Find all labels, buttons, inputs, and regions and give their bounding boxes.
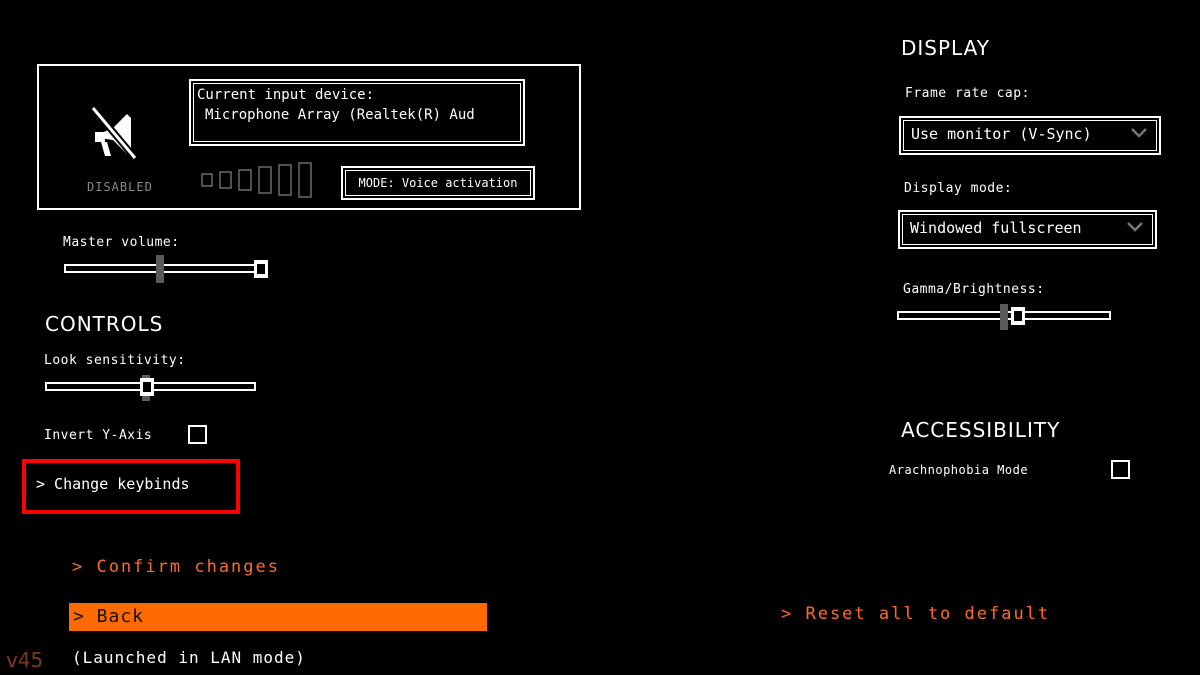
master-volume-label: Master volume: (63, 235, 180, 250)
arachnophobia-checkbox[interactable] (1111, 460, 1130, 479)
voice-level-meter (201, 162, 312, 198)
frame-rate-cap-dropdown[interactable]: Use monitor (V-Sync) (899, 116, 1161, 155)
voice-mode-label: MODE: Voice activation (345, 170, 531, 196)
input-device-label: Current input device: (197, 87, 375, 103)
master-volume-slider[interactable] (64, 255, 268, 283)
look-sensitivity-slider[interactable] (45, 375, 256, 401)
input-device-value: Microphone Array (Realtek(R) Aud (205, 107, 475, 123)
lan-mode-status: (Launched in LAN mode) (72, 648, 306, 667)
display-mode-label: Display mode: (904, 181, 1013, 196)
gamma-label: Gamma/Brightness: (903, 282, 1045, 297)
version-label: v45 (6, 648, 44, 672)
display-heading: DISPLAY (901, 36, 991, 60)
chevron-down-icon (1131, 128, 1147, 138)
display-mode-value: Windowed fullscreen (910, 219, 1082, 237)
voice-status-label: DISABLED (87, 180, 153, 194)
back-button-label: > Back (73, 606, 145, 627)
input-device-box: Current input device: Microphone Array (… (189, 79, 525, 146)
look-sensitivity-label: Look sensitivity: (44, 353, 186, 368)
gamma-thumb[interactable] (1011, 307, 1025, 325)
voice-mode-button[interactable]: MODE: Voice activation (341, 166, 535, 200)
back-button[interactable]: > Back (69, 603, 487, 631)
master-volume-default-marker (156, 255, 165, 283)
invert-y-label: Invert Y-Axis (44, 428, 153, 443)
frame-rate-cap-value: Use monitor (V-Sync) (911, 125, 1092, 143)
gamma-slider[interactable] (897, 304, 1111, 330)
display-mode-dropdown[interactable]: Windowed fullscreen (898, 210, 1157, 249)
master-volume-track (64, 264, 268, 273)
arachnophobia-label: Arachnophobia Mode (889, 463, 1029, 477)
look-sensitivity-thumb[interactable] (139, 378, 154, 396)
microphone-muted-icon (91, 106, 138, 161)
confirm-changes-button[interactable]: > Confirm changes (72, 557, 280, 577)
voice-chat-panel: DISABLED Current input device: Microphon… (37, 64, 581, 210)
invert-y-checkbox[interactable] (188, 425, 207, 444)
chevron-down-icon (1127, 222, 1143, 232)
frame-rate-cap-label: Frame rate cap: (905, 86, 1030, 101)
gamma-default-marker (1000, 304, 1008, 330)
reset-all-button[interactable]: > Reset all to default (781, 604, 1050, 624)
change-keybinds-button[interactable]: > Change keybinds (36, 475, 190, 493)
accessibility-heading: ACCESSIBILITY (901, 418, 1061, 442)
controls-heading: CONTROLS (45, 312, 164, 336)
master-volume-thumb[interactable] (254, 260, 268, 278)
